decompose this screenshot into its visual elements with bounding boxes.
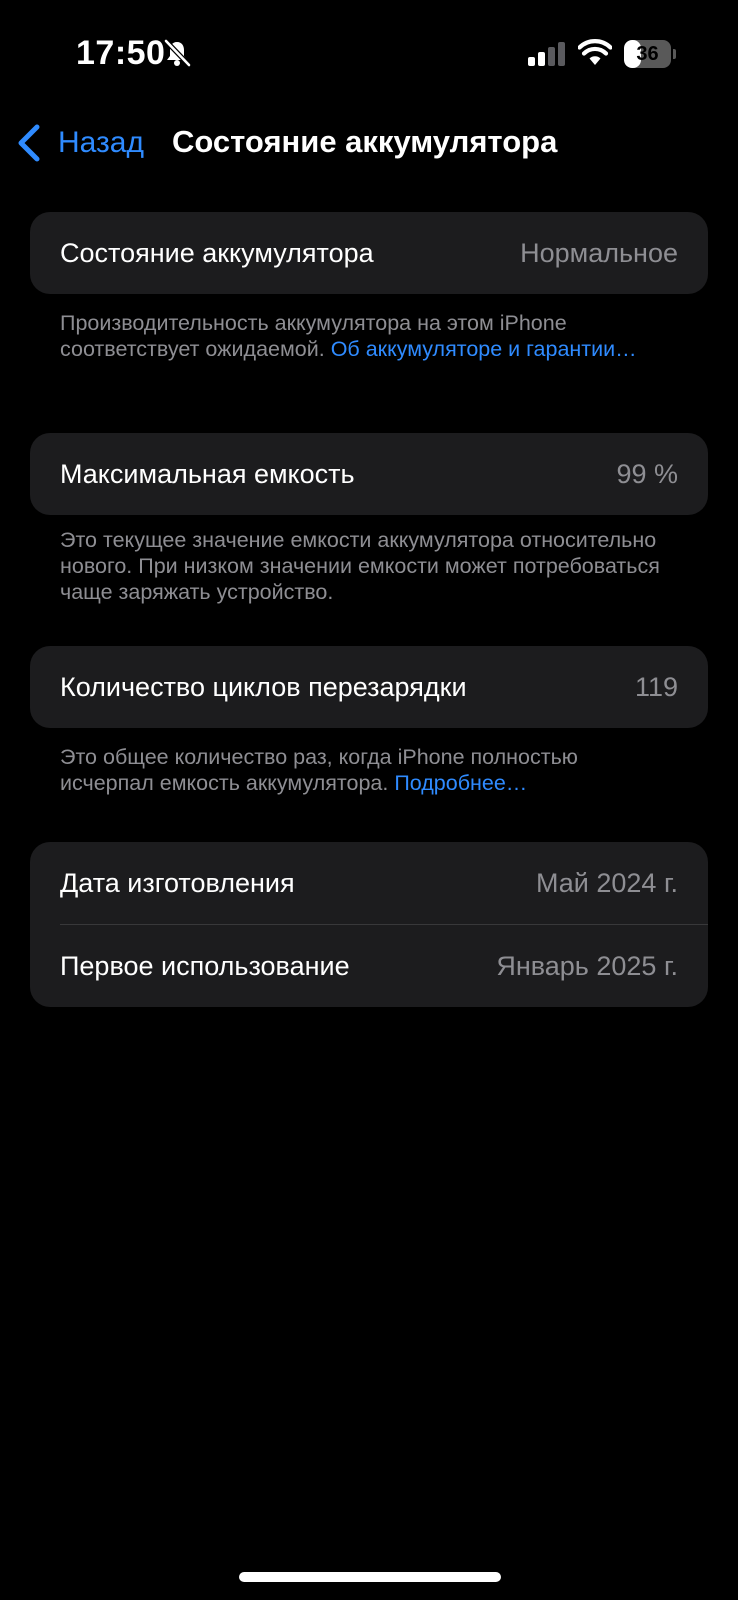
manufacture-date-row: Дата изготовления Май 2024 г. [30, 842, 708, 924]
battery-health-group: Состояние аккумулятора Нормальное [30, 212, 708, 294]
page-title: Состояние аккумулятора [172, 124, 558, 159]
max-capacity-label: Максимальная емкость [60, 458, 355, 489]
max-capacity-group: Максимальная емкость 99 % [30, 433, 708, 515]
first-use-row: Первое использование Январь 2025 г. [30, 925, 708, 1007]
cycle-count-more-link[interactable]: Подробнее… [394, 771, 527, 795]
battery-warranty-link[interactable]: Об аккумуляторе и гарантии… [331, 337, 637, 361]
cycle-count-label: Количество циклов перезарядки [60, 671, 467, 702]
battery-level: 36 [636, 43, 659, 65]
home-indicator[interactable] [239, 1572, 501, 1582]
battery-health-row: Состояние аккумулятора Нормальное [30, 212, 708, 294]
bell-slash-icon [164, 39, 191, 67]
back-button[interactable]: Назад [16, 120, 144, 166]
wifi-icon [578, 39, 612, 65]
cellular-signal-icon [528, 42, 565, 66]
max-capacity-footer-text: Это текущее значение емкости аккумулятор… [60, 528, 660, 604]
back-button-label: Назад [58, 126, 144, 159]
max-capacity-row: Максимальная емкость 99 % [30, 433, 708, 515]
cycle-count-row: Количество циклов перезарядки 119 [30, 646, 708, 728]
battery-health-value: Нормальное [520, 237, 678, 268]
navigation-bar: Назад Состояние аккумулятора [0, 112, 738, 172]
cycle-count-value: 119 [634, 671, 678, 702]
cycle-count-footer: Это общее количество раз, когда iPhone п… [60, 744, 660, 796]
first-use-value: Январь 2025 г. [496, 950, 678, 981]
dates-group: Дата изготовления Май 2024 г. Первое исп… [30, 842, 708, 1007]
manufacture-date-label: Дата изготовления [60, 867, 295, 898]
battery-health-footer: Производительность аккумулятора на этом … [60, 310, 660, 362]
status-time: 17:50 [76, 34, 166, 72]
battery-icon: 36 [624, 40, 676, 68]
max-capacity-value: 99 % [616, 458, 678, 489]
manufacture-date-value: Май 2024 г. [535, 867, 678, 898]
battery-health-label: Состояние аккумулятора [60, 237, 374, 268]
cycle-count-group: Количество циклов перезарядки 119 [30, 646, 708, 728]
first-use-label: Первое использование [60, 950, 350, 981]
max-capacity-footer: Это текущее значение емкости аккумулятор… [60, 527, 660, 605]
status-bar: 17:50 36 [0, 0, 738, 100]
chevron-left-icon [18, 124, 40, 162]
